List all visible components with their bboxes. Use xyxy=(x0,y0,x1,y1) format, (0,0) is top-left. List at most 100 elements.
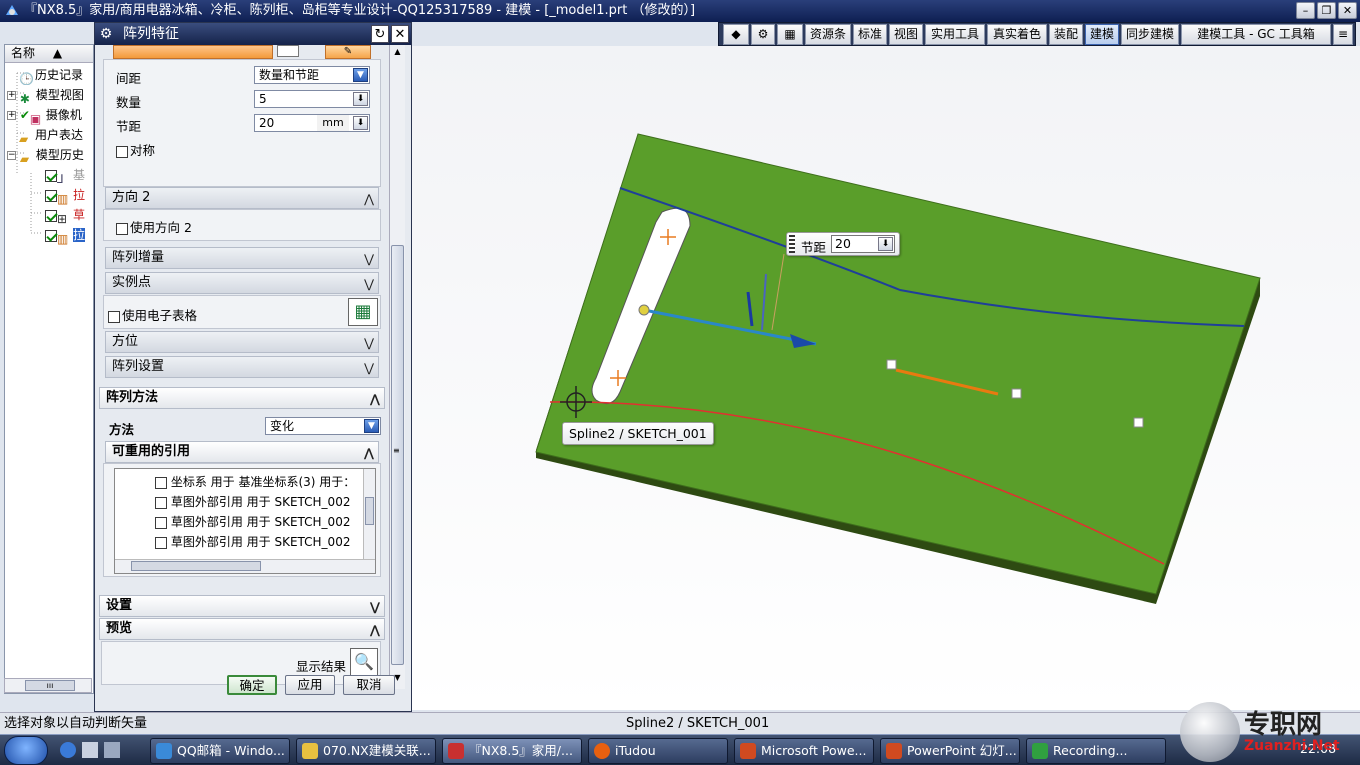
feature-checkbox[interactable] xyxy=(45,169,57,182)
task-powerpoint[interactable]: Microsoft Powe... xyxy=(734,738,874,764)
spreadsheet-label: 使用电子表格 xyxy=(122,308,198,323)
dialog-vertical-scrollbar[interactable]: ▲ ≡ ▼ xyxy=(389,45,405,689)
grid-icon[interactable]: ▦ xyxy=(777,24,803,45)
pattern-increment-header[interactable]: 阵列增量 ⋁ xyxy=(105,247,379,269)
nx-logo-icon[interactable]: ◆ xyxy=(723,24,749,45)
reset-icon[interactable]: ↻ xyxy=(371,25,389,43)
gear-icon[interactable]: ⚙ xyxy=(751,24,775,45)
pitch-onscreen-field[interactable]: 20 ⬇ xyxy=(831,235,895,253)
close-button[interactable]: ✕ xyxy=(1338,2,1357,19)
reference-checkbox[interactable] xyxy=(155,536,167,549)
watermark-url: Zuanzhi.Net xyxy=(1244,738,1340,754)
gear-icon[interactable]: ⚙ xyxy=(97,25,115,43)
pitch-onscreen-input[interactable]: 节距 20 ⬇ xyxy=(786,232,900,256)
expand-chevron-icon: ⋁ xyxy=(364,277,374,291)
scroll-up-icon[interactable]: ▲ xyxy=(391,47,404,61)
task-qq-mail[interactable]: QQ邮箱 - Windo... xyxy=(150,738,290,764)
pattern-instance-point[interactable] xyxy=(1133,417,1144,428)
count-input[interactable]: 5 ⬇ xyxy=(254,90,370,108)
toolbar-gc-toolkit[interactable]: 建模工具 - GC 工具箱 xyxy=(1181,24,1331,45)
toolbar-assembly[interactable]: 装配 xyxy=(1049,24,1083,45)
task-nx[interactable]: 『NX8.5』家用/... xyxy=(442,738,582,764)
toolbar-resource-bar[interactable]: 资源条 xyxy=(805,24,851,45)
plate-top-face[interactable] xyxy=(535,133,1261,595)
settings-header[interactable]: 设置 ⋁ xyxy=(99,595,385,617)
pattern-instance-point[interactable] xyxy=(886,359,897,370)
direction-selector-strip[interactable] xyxy=(113,45,273,59)
scroll-thumb[interactable] xyxy=(365,497,374,525)
ok-button[interactable]: 确定 xyxy=(227,675,277,695)
apply-button[interactable]: 应用 xyxy=(285,675,335,695)
instance-points-header[interactable]: 实例点 ⋁ xyxy=(105,272,379,294)
scroll-thumb[interactable] xyxy=(131,561,261,571)
spacing-select[interactable]: 数量和节距 ▼ xyxy=(254,66,370,84)
symmetric-checkbox-row[interactable]: 对称 xyxy=(116,140,155,159)
search-icon[interactable]: 🔍 xyxy=(350,648,378,676)
toolbar-view[interactable]: 视图 xyxy=(889,24,923,45)
reference-item[interactable]: 草图外部引用 用于 SKETCH_002 xyxy=(155,513,350,530)
spreadsheet-checkbox-row[interactable]: 使用电子表格 xyxy=(108,305,197,324)
feature-checkbox[interactable] xyxy=(45,209,57,222)
spreadsheet-checkbox[interactable] xyxy=(108,310,120,323)
toolbar-true-shading[interactable]: 真实着色 xyxy=(987,24,1047,45)
pitch-input[interactable]: 20 mm ⬇ xyxy=(254,114,370,132)
orientation-title: 方位 xyxy=(112,334,139,349)
cancel-button[interactable]: 取消 xyxy=(343,675,395,695)
references-horizontal-scrollbar[interactable] xyxy=(115,559,375,573)
expression-menu-icon[interactable]: ⬇ xyxy=(878,237,893,251)
navigator-horizontal-scrollbar[interactable]: ııı xyxy=(4,678,92,693)
reverse-direction-button[interactable]: ✎ xyxy=(325,45,371,59)
feature-checkbox[interactable] xyxy=(45,189,57,202)
toolbar-overflow-button[interactable]: ≡ xyxy=(1333,24,1353,45)
pattern-instance-point[interactable] xyxy=(1011,388,1022,399)
restore-button[interactable]: ❐ xyxy=(1317,2,1336,19)
scroll-thumb[interactable]: ≡ xyxy=(391,245,404,665)
expand-chevron-icon: ⋁ xyxy=(369,600,380,614)
scroll-thumb[interactable]: ııı xyxy=(25,680,75,691)
vector-dialog-button[interactable] xyxy=(277,45,299,57)
reference-item[interactable]: 坐标系 用于 基准坐标系(3) 用于： xyxy=(155,473,355,490)
task-recording[interactable]: Recording... xyxy=(1026,738,1166,764)
feature-checkbox[interactable] xyxy=(45,229,57,242)
reference-checkbox[interactable] xyxy=(155,516,167,529)
task-folder[interactable]: 070.NX建模关联... xyxy=(296,738,436,764)
spreadsheet-icon[interactable]: ▦ xyxy=(348,298,378,326)
reusable-references-header[interactable]: 可重用的引用 ⋀ xyxy=(105,441,379,463)
expression-menu-icon[interactable]: ⬇ xyxy=(353,116,368,130)
task-label: QQ邮箱 - Windo... xyxy=(177,743,285,758)
model-scene[interactable] xyxy=(412,46,1360,710)
symmetric-checkbox[interactable] xyxy=(116,145,128,158)
use-direction2-row[interactable]: 使用方向 2 xyxy=(116,217,192,236)
method-select[interactable]: 变化 ▼ xyxy=(265,417,381,435)
task-itudou[interactable]: iTudou xyxy=(588,738,728,764)
show-desktop-icon[interactable] xyxy=(82,742,98,758)
drag-handle[interactable] xyxy=(789,235,795,253)
references-vertical-scrollbar[interactable] xyxy=(363,469,375,559)
toolbar-sync-modeling[interactable]: 同步建模 xyxy=(1121,24,1179,45)
reference-checkbox[interactable] xyxy=(155,476,167,489)
task-label: Microsoft Powe... xyxy=(761,743,867,758)
explorer-icon[interactable] xyxy=(104,742,120,758)
reference-item[interactable]: 草图外部引用 用于 SKETCH_002 xyxy=(155,493,350,510)
pattern-settings-header[interactable]: 阵列设置 ⋁ xyxy=(105,356,379,378)
start-button[interactable] xyxy=(4,736,48,765)
task-slideshow[interactable]: PowerPoint 幻灯... xyxy=(880,738,1020,764)
task-label: Recording... xyxy=(1053,743,1128,758)
navigator-header[interactable]: 名称 ▲ xyxy=(5,45,93,63)
reference-checkbox[interactable] xyxy=(155,496,167,509)
orientation-header[interactable]: 方位 ⋁ xyxy=(105,331,379,353)
pattern-method-header[interactable]: 阵列方法 ⋀ xyxy=(99,387,385,409)
close-icon[interactable]: ✕ xyxy=(391,25,409,43)
use-direction2-checkbox[interactable] xyxy=(116,222,128,235)
toolbar-standard[interactable]: 标准 xyxy=(853,24,887,45)
origin-handle[interactable] xyxy=(638,304,650,316)
expression-menu-icon[interactable]: ⬇ xyxy=(353,92,368,106)
preview-header[interactable]: 预览 ⋀ xyxy=(99,618,385,640)
direction2-header[interactable]: 方向 2 ⋀ xyxy=(105,187,379,209)
ie-icon[interactable] xyxy=(60,742,76,758)
graphics-viewport[interactable]: 节距 20 ⬇ Spline2 / SKETCH_001 xyxy=(412,46,1360,710)
minimize-button[interactable]: – xyxy=(1296,2,1315,19)
toolbar-utilities[interactable]: 实用工具 xyxy=(925,24,985,45)
toolbar-modeling[interactable]: 建模 xyxy=(1085,24,1119,45)
reference-item[interactable]: 草图外部引用 用于 SKETCH_002 xyxy=(155,533,350,550)
